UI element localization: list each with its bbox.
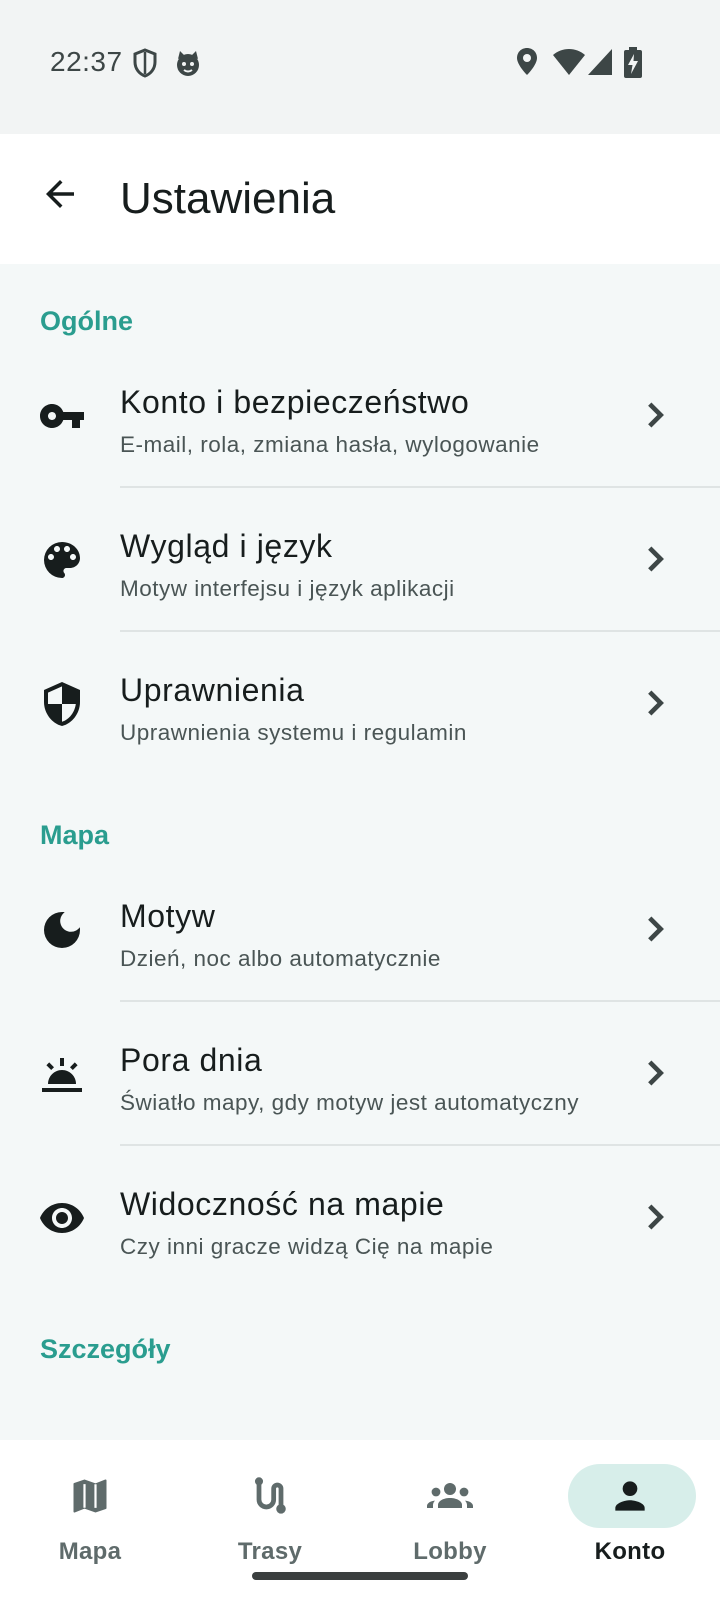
cat-face-icon	[174, 47, 202, 84]
nav-item-map[interactable]: Mapa	[0, 1440, 180, 1600]
nav-label: Konto	[594, 1538, 666, 1565]
section-header-general: Ogólne	[40, 306, 133, 336]
item-title: Widoczność na mapie	[120, 1186, 445, 1222]
item-subtitle: Światło mapy, gdy motyw jest automatyczn…	[120, 1090, 579, 1115]
chevron-right-icon	[648, 546, 664, 572]
nav-item-account[interactable]: Konto	[540, 1440, 720, 1600]
item-subtitle: Motyw interfejsu i język aplikacji	[120, 576, 455, 601]
settings-item-time-of-day[interactable]: Pora dnia Światło mapy, gdy motyw jest a…	[0, 1000, 720, 1146]
item-subtitle: E-mail, rola, zmiana hasła, wylogowanie	[120, 432, 540, 457]
item-subtitle: Czy inni gracze widzą Cię na mapie	[120, 1234, 494, 1259]
shield-outline-icon	[133, 47, 157, 84]
nav-label: Mapa	[58, 1538, 122, 1565]
section-header-map: Mapa	[40, 820, 110, 850]
moon-icon	[38, 906, 86, 954]
map-icon	[66, 1472, 114, 1520]
settings-item-appearance-language[interactable]: Wygląd i język Motyw interfejsu i język …	[0, 486, 720, 632]
chevron-right-icon	[648, 1060, 664, 1086]
item-subtitle: Uprawnienia systemu i regulamin	[120, 720, 467, 745]
app-bar: Ustawienia	[0, 134, 720, 264]
wifi-icon	[552, 47, 586, 82]
location-pin-icon	[515, 47, 539, 82]
item-subtitle: Dzień, noc albo automatycznie	[120, 946, 441, 971]
chevron-right-icon	[648, 916, 664, 942]
chevron-right-icon	[648, 1204, 664, 1230]
status-bar: 22:37	[0, 0, 720, 134]
person-icon	[606, 1472, 654, 1520]
shield-icon	[38, 680, 86, 728]
chevron-right-icon	[648, 402, 664, 428]
settings-item-map-visibility[interactable]: Widoczność na mapie Czy inni gracze widz…	[0, 1144, 720, 1290]
settings-list[interactable]: Ogólne Konto i bezpieczeństwo E-mail, ro…	[0, 264, 720, 1440]
settings-item-map-theme[interactable]: Motyw Dzień, noc albo automatycznie	[0, 856, 720, 1002]
back-button[interactable]	[30, 164, 90, 224]
item-title: Wygląd i język	[120, 528, 333, 564]
item-title: Motyw	[120, 898, 216, 934]
nav-label: Lobby	[413, 1538, 487, 1565]
cell-signal-icon	[586, 47, 614, 82]
battery-charging-icon	[623, 47, 643, 84]
arrow-back-icon	[46, 180, 74, 208]
palette-icon	[38, 536, 86, 584]
page-title: Ustawienia	[120, 174, 336, 223]
item-title: Konto i bezpieczeństwo	[120, 384, 470, 420]
section-header-details: Szczegóły	[40, 1334, 171, 1364]
settings-item-permissions[interactable]: Uprawnienia Uprawnienia systemu i regula…	[0, 630, 720, 776]
groups-icon	[426, 1472, 474, 1520]
chevron-right-icon	[648, 690, 664, 716]
item-title: Uprawnienia	[120, 672, 305, 708]
status-time: 22:37	[50, 46, 123, 77]
route-icon	[246, 1472, 294, 1520]
nav-label: Trasy	[237, 1538, 303, 1565]
item-title: Pora dnia	[120, 1042, 263, 1078]
sunrise-icon	[38, 1050, 86, 1098]
eye-icon	[38, 1194, 86, 1242]
home-indicator[interactable]	[252, 1572, 468, 1580]
key-icon	[38, 392, 86, 440]
settings-item-account-security[interactable]: Konto i bezpieczeństwo E-mail, rola, zmi…	[0, 342, 720, 488]
